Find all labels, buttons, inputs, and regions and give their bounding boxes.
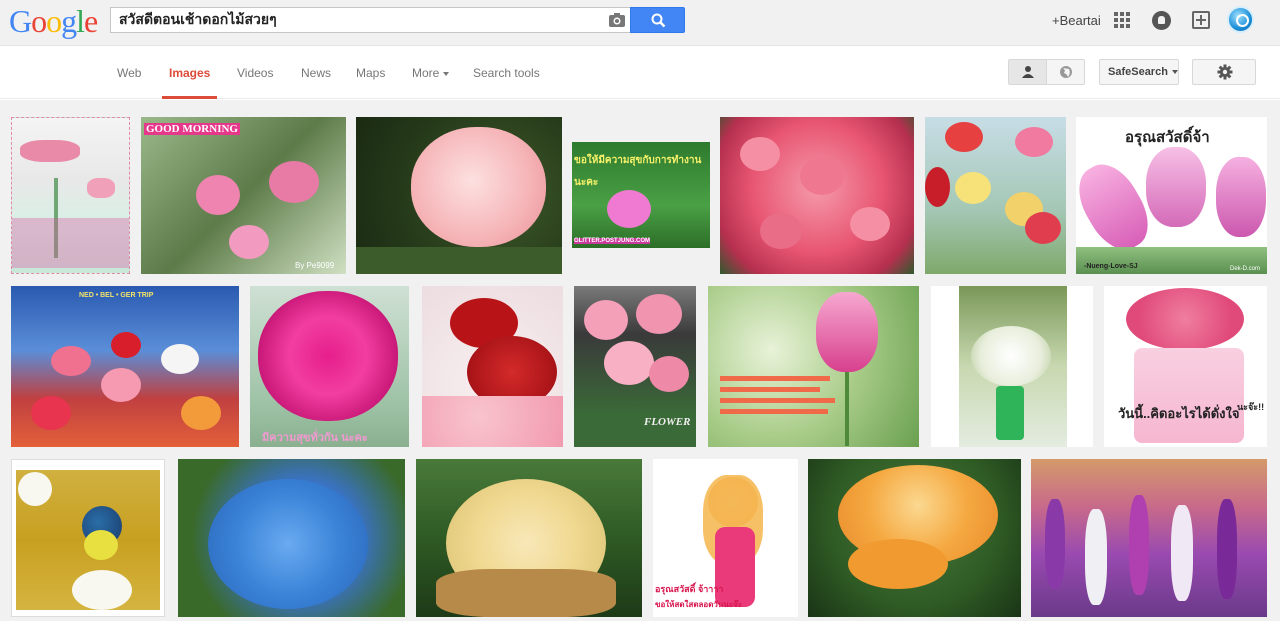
image-result[interactable]: ขอให้มีความสุขกับการทำงานนะคะ GLITTER.PO… [572,142,710,248]
search-box[interactable] [110,7,630,33]
image-result[interactable] [422,286,563,447]
search-icon [651,13,666,28]
logo-letter: G [9,3,32,39]
chevron-down-icon [443,71,450,76]
image-result[interactable] [11,459,165,617]
image-signature: ขอให้สดใสตลอดวันนะจ๊ะ [655,600,743,609]
tab-maps[interactable]: Maps [356,66,385,80]
top-bar: Google +Beartai [0,0,1280,46]
tab-videos[interactable]: Videos [237,66,273,80]
image-result[interactable] [11,117,130,274]
tab-more-label: More [412,66,440,80]
tab-images[interactable]: Images [169,66,210,80]
image-result[interactable]: วันนี้..คิดอะไรได้ดั่งใจ นะจ๊ะ!! [1104,286,1267,447]
apps-grid-icon[interactable] [1114,12,1130,28]
image-result[interactable] [925,117,1066,274]
image-caption: GOOD MORNING [144,123,240,135]
private-results-button[interactable] [1008,59,1046,85]
safesearch-label: SafeSearch [1108,66,1168,78]
image-result[interactable] [708,286,919,447]
active-tab-indicator [162,96,217,99]
image-result[interactable] [931,286,1093,447]
image-signature: By Pe9099 [295,261,335,270]
image-caption: อรุณสวัสดิ์ จ้าาาา [655,584,724,594]
logo-letter: o [31,3,47,39]
image-caption: อรุณสวัสดิ์จ้า [1125,129,1210,146]
avatar[interactable] [1227,6,1254,33]
image-result[interactable] [416,459,642,617]
search-input[interactable] [111,8,591,32]
image-watermark: FLOWER [644,416,691,428]
image-result[interactable]: อรุณสวัสดิ์ จ้าาาา ขอให้สดใสตลอดวันนะจ๊ะ [653,459,798,617]
logo-letter: l [76,3,85,39]
globe-icon [1060,66,1072,78]
camera-icon[interactable] [608,12,626,28]
tab-web[interactable]: Web [117,66,141,80]
image-result[interactable]: มีความสุขทั่วกัน นะคะ [250,286,409,447]
logo-letter: o [46,3,62,39]
search-nav-bar: Web Images Videos News Maps More Search … [0,46,1280,99]
logo-letter: e [84,3,98,39]
notifications-icon[interactable] [1152,11,1171,30]
image-result[interactable] [1031,459,1267,617]
image-result[interactable] [356,117,562,274]
image-signature: นะจ๊ะ!! [1237,402,1265,412]
image-result[interactable]: NED • BEL • GER TRIP [11,286,239,447]
logo-letter: g [61,3,77,39]
gear-icon [1217,64,1233,80]
person-icon [1022,66,1034,78]
image-result[interactable] [808,459,1021,617]
image-watermark: Dek-D.com [1230,266,1261,272]
image-caption: NED • BEL • GER TRIP [79,292,154,299]
chevron-down-icon [1171,70,1178,75]
image-result[interactable] [720,117,914,274]
safesearch-button[interactable]: SafeSearch [1099,59,1179,85]
search-button[interactable] [630,7,685,33]
image-caption: มีความสุขทั่วกัน นะคะ [262,432,368,444]
image-result[interactable] [178,459,405,617]
image-results-grid: GOOD MORNING By Pe9099 ขอให้มีความสุขกับ… [0,100,1280,621]
user-profile-link[interactable]: +Beartai [1052,13,1101,28]
image-caption: วันนี้..คิดอะไรได้ดั่งใจ [1118,406,1240,421]
image-signature: -Nueng-Love-SJ [1084,263,1138,270]
image-result[interactable]: FLOWER [574,286,696,447]
global-results-button[interactable] [1046,59,1085,85]
google-logo[interactable]: Google [9,3,98,39]
tab-search-tools[interactable]: Search tools [473,66,540,80]
image-watermark: GLITTER.POSTJUNG.COM [574,238,651,244]
settings-button[interactable] [1192,59,1256,85]
image-result[interactable]: GOOD MORNING By Pe9099 [141,117,346,274]
share-plus-icon[interactable] [1192,11,1210,29]
tab-news[interactable]: News [301,66,331,80]
tab-more[interactable]: More [412,66,450,80]
image-result[interactable]: อรุณสวัสดิ์จ้า -Nueng-Love-SJ Dek-D.com [1076,117,1267,274]
image-caption: ขอให้มีความสุขกับการทำงานนะคะ [574,155,702,188]
